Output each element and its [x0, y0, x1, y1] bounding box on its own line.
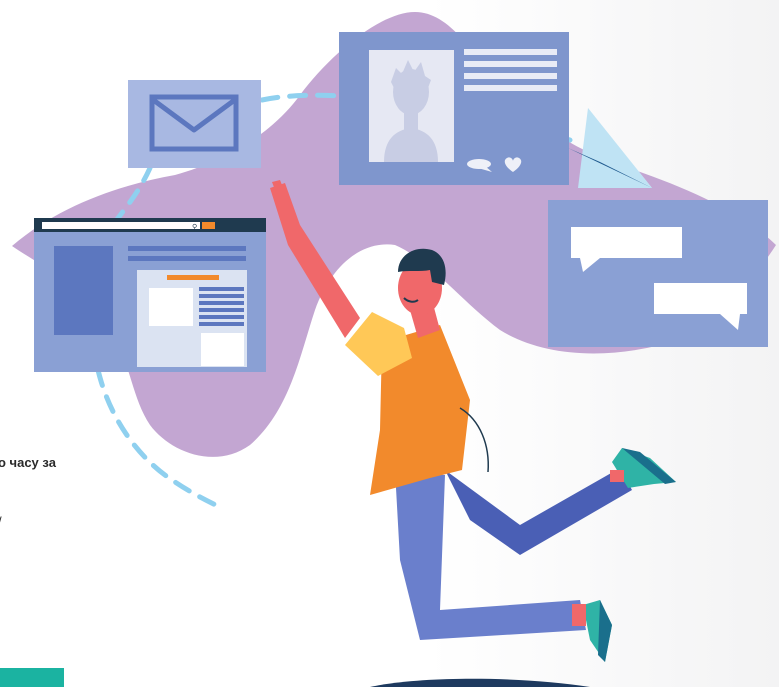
cut-off-text-line-2: /: [0, 514, 2, 529]
teal-action-button[interactable]: [0, 668, 64, 687]
search-icon: ⚲: [192, 223, 197, 231]
chat-card: [548, 200, 768, 347]
browser-window: ⚲: [34, 218, 266, 372]
shoe-right: [610, 448, 676, 488]
envelope-card: [128, 80, 261, 168]
profile-card: [339, 32, 569, 185]
cut-off-text-line-1: о часу за: [0, 455, 56, 470]
shoe-left: [572, 600, 612, 662]
paper-plane-icon: [568, 108, 652, 188]
floor-arc: [370, 678, 590, 687]
illustration: ⚲: [12, 12, 776, 687]
